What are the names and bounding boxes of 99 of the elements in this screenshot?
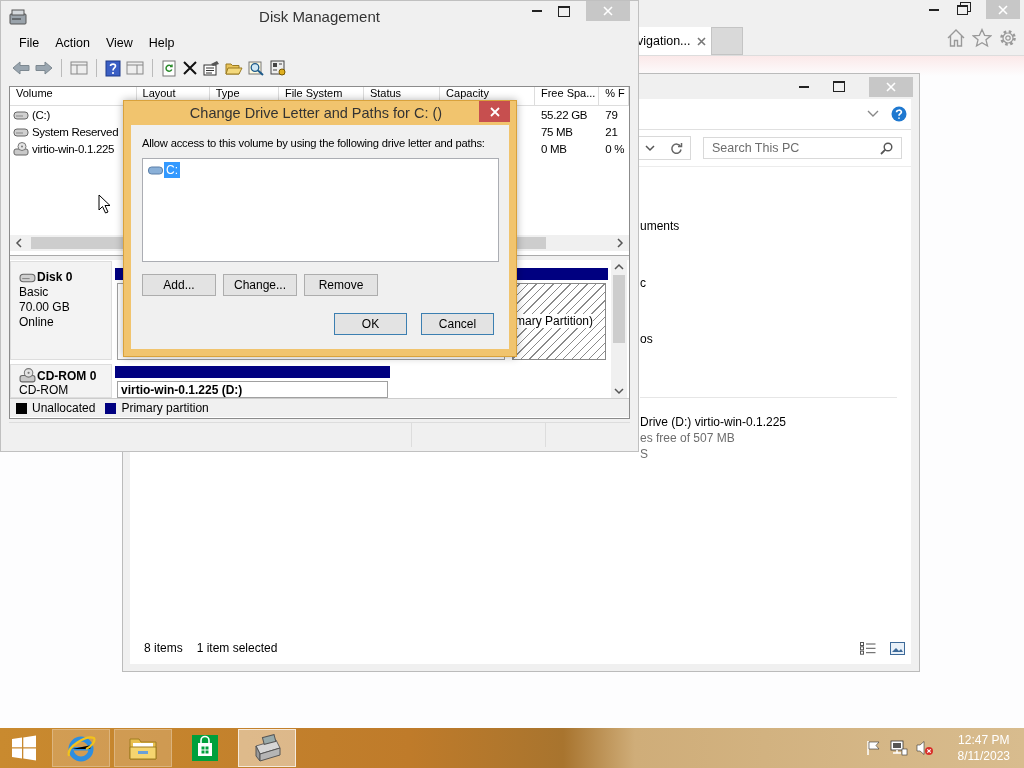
- delete-icon[interactable]: [182, 60, 198, 76]
- close-icon[interactable]: [696, 36, 706, 46]
- dialog-button[interactable]: OK: [334, 313, 407, 335]
- disk-info-panel[interactable]: Disk 0 Basic 70.00 GB Online: [10, 261, 112, 360]
- disk-detail: Basic: [19, 285, 50, 300]
- table-cell-text: 0 MB: [539, 142, 568, 155]
- taskbar-app-button[interactable]: [238, 729, 296, 767]
- refresh-icon[interactable]: [161, 59, 177, 77]
- cd-drive-icon: [13, 141, 29, 156]
- folder-name[interactable]: os: [640, 332, 653, 346]
- table-cell-text: 0 %: [604, 142, 626, 155]
- chevron-icon[interactable]: [645, 144, 656, 152]
- close-icon: [603, 6, 613, 16]
- star-icon[interactable]: [972, 28, 992, 48]
- scroll-left-icon[interactable]: [15, 238, 23, 248]
- windows-logo-icon: [11, 735, 37, 761]
- muted-speaker-icon[interactable]: [915, 740, 934, 756]
- menu-item[interactable]: Action: [47, 36, 98, 50]
- drive-file-system: S: [640, 445, 649, 462]
- folder-icon[interactable]: [225, 60, 243, 76]
- minimize-button[interactable]: [929, 8, 939, 11]
- forward-arrow-icon[interactable]: [35, 60, 53, 76]
- item-count: 8 items: [144, 641, 183, 655]
- action-button[interactable]: Add...: [142, 274, 216, 296]
- scroll-down-icon[interactable]: [614, 387, 624, 395]
- folder-name[interactable]: uments: [640, 219, 680, 233]
- help-icon[interactable]: [891, 106, 907, 122]
- close-button[interactable]: [479, 101, 510, 122]
- flag-icon[interactable]: [865, 740, 882, 756]
- partition-label: virtio-win-0.1.225 (D:): [121, 383, 243, 397]
- close-icon: [886, 81, 896, 92]
- vertical-scrollbar[interactable]: [611, 260, 627, 398]
- drive-entry[interactable]: virtio-win-0.1.225: [32, 142, 115, 155]
- menu-item[interactable]: File: [11, 36, 48, 50]
- column-header[interactable]: % F: [599, 87, 629, 105]
- selection-count: 1 item selected: [196, 641, 278, 655]
- cd-drive-icon: [19, 368, 36, 383]
- disk-drive-icon: [19, 272, 36, 283]
- disk-detail: Online: [19, 315, 55, 330]
- partition-box[interactable]: virtio-win-0.1.225 (D:): [117, 381, 388, 398]
- table-cell-text: 21: [604, 125, 619, 138]
- action-button[interactable]: Remove: [304, 274, 378, 296]
- drive-name[interactable]: Drive (D:) virtio-win-0.1.225: [640, 413, 897, 430]
- disk-detail: CD-ROM: [19, 383, 70, 397]
- close-icon: [489, 106, 500, 117]
- search-field[interactable]: Search This PC: [703, 137, 902, 159]
- maximize-button[interactable]: [833, 81, 845, 92]
- window-title: Disk Management: [259, 8, 380, 25]
- disk-drive-icon: [147, 165, 164, 175]
- disk-name: CD-ROM 0: [37, 368, 97, 383]
- back-arrow-icon[interactable]: [12, 60, 30, 76]
- dialog-button[interactable]: Cancel: [421, 313, 494, 335]
- refresh-icon[interactable]: [669, 141, 683, 155]
- scroll-up-icon[interactable]: [614, 263, 624, 271]
- scroll-right-icon[interactable]: [616, 238, 624, 248]
- menu-item[interactable]: View: [97, 36, 141, 50]
- search-icon: [880, 142, 893, 155]
- browser-tab[interactable]: vigation...: [636, 27, 711, 55]
- drive-entry[interactable]: System Reserved: [32, 125, 119, 138]
- table-cell-text: 55.22 GB: [539, 108, 589, 121]
- dialog-prompt: Allow access to this volume by using the following drive letter and paths:: [142, 136, 486, 150]
- magnifier-icon[interactable]: [248, 60, 265, 76]
- table-cell-text: 75 MB: [539, 125, 574, 138]
- disk-info-panel[interactable]: CD-ROM 0 CD-ROM: [10, 364, 112, 398]
- column-header[interactable]: Free Spa...: [535, 87, 600, 105]
- drive-entry[interactable]: (C:): [32, 108, 50, 121]
- home-icon[interactable]: [946, 28, 966, 48]
- minimize-button[interactable]: [799, 85, 809, 88]
- restore-button[interactable]: [957, 4, 968, 15]
- network-icon[interactable]: [889, 740, 908, 756]
- taskbar-app-button[interactable]: [114, 729, 172, 767]
- menu-item[interactable]: Help: [140, 36, 183, 50]
- shopping-bag-icon: [191, 734, 219, 762]
- table-cell-text: 79: [604, 108, 619, 121]
- maximize-button[interactable]: [558, 5, 570, 17]
- folder-icon: [128, 735, 158, 761]
- legend-label: Primary partition: [121, 401, 209, 415]
- drive-free-space: es free of 507 MB: [640, 429, 736, 446]
- tiles-view-icon[interactable]: [890, 641, 905, 655]
- chevron-icon[interactable]: [867, 110, 879, 118]
- action-button[interactable]: Change...: [223, 274, 297, 296]
- scrollbar-thumb[interactable]: [613, 275, 625, 343]
- properties-icon[interactable]: [203, 60, 220, 76]
- tab-title: vigation...: [637, 34, 691, 48]
- disk-drive-icon: [13, 109, 29, 120]
- legend-label: Unallocated: [32, 401, 96, 415]
- disk-drive-icon: [9, 8, 27, 25]
- globe-e-icon: [66, 733, 96, 763]
- disk-detail: 70.00 GB: [19, 300, 71, 315]
- disk-name: Disk 0: [37, 270, 73, 285]
- disk-drive-icon: [252, 734, 282, 762]
- folder-name[interactable]: c: [640, 275, 646, 290]
- details-view-icon[interactable]: [860, 641, 876, 655]
- settings-icon[interactable]: [270, 60, 287, 76]
- disk-drive-icon: [13, 126, 29, 137]
- close-icon: [998, 4, 1008, 15]
- mouse-pointer-icon: [98, 194, 111, 214]
- dialog-title: Change Drive Letter and Paths for C: (): [188, 105, 444, 121]
- help-icon[interactable]: [105, 59, 121, 77]
